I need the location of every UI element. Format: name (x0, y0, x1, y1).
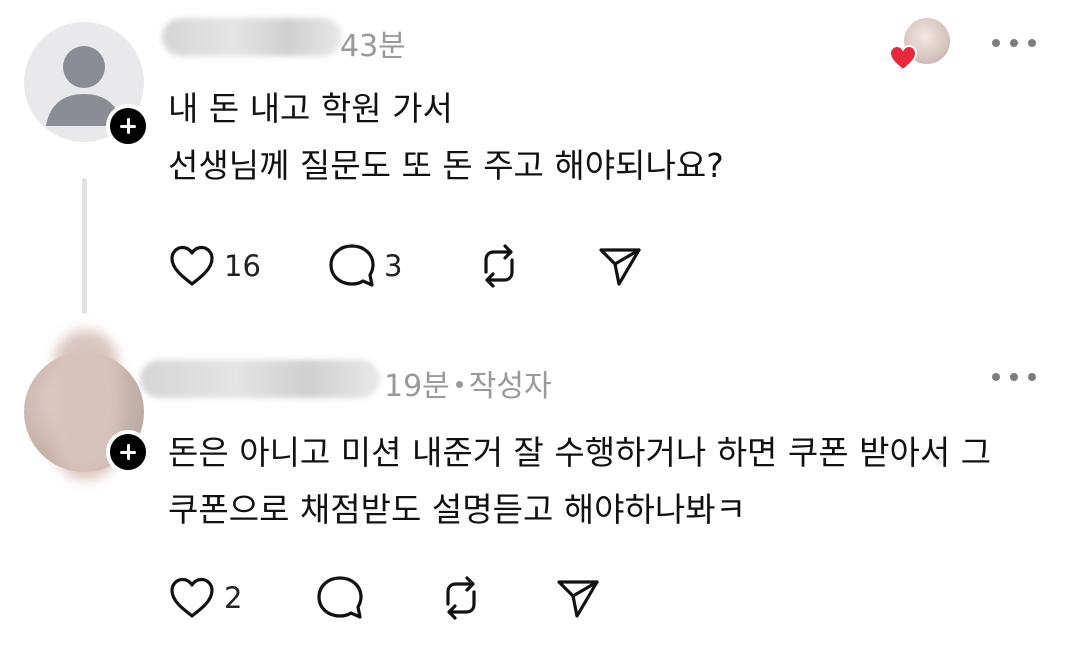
post-text-line: 선생님께 질문도 또 돈 주고 해야되나요? (168, 146, 724, 185)
repost-icon (484, 244, 514, 288)
post-body: 돈은 아니고 미션 내준거 잘 수행하거나 하면 쿠폰 받아서 그 쿠폰으로 채… (168, 428, 991, 542)
like-count: 16 (224, 249, 261, 283)
more-icon[interactable] (990, 370, 1038, 384)
more-icon[interactable] (990, 36, 1038, 50)
post-body: 내 돈 내고 학원 가서 선생님께 질문도 또 돈 주고 해야되나요? (168, 84, 724, 198)
like-button[interactable]: 2 (168, 574, 242, 622)
follow-button[interactable] (106, 104, 150, 148)
username-redacted[interactable] (140, 360, 380, 398)
reply-post: 19분 작성자 돈은 아니고 미션 내준거 잘 수행하거나 하면 쿠폰 받아서 그… (0, 330, 1080, 652)
reply-button[interactable] (316, 574, 364, 622)
thread-connector-line (82, 178, 87, 314)
post-time: 43분 (340, 29, 406, 64)
share-button[interactable] (554, 574, 602, 622)
post-time: 19분 (384, 369, 450, 404)
share-button[interactable] (596, 242, 644, 290)
repost-icon (446, 576, 476, 620)
post-text-line: 쿠폰으로 채점받도 설명듣고 해야하나봐ㅋ (168, 490, 746, 529)
username-redacted[interactable] (162, 18, 342, 56)
heart-icon (170, 245, 214, 286)
reply-post: 43분 내 돈 내고 학원 가서 선생님께 질문도 또 돈 주고 해야되나요? … (0, 0, 1080, 330)
send-icon (599, 248, 641, 286)
post-meta: 19분 작성자 (384, 361, 552, 405)
like-count: 2 (224, 581, 243, 615)
post-text-line: 돈은 아니고 미션 내준거 잘 수행하거나 하면 쿠폰 받아서 그 (168, 433, 992, 472)
post-meta: 43분 (340, 21, 406, 65)
heart-icon (888, 44, 918, 72)
thread-page: 43분 내 돈 내고 학원 가서 선생님께 질문도 또 돈 주고 해야되나요? … (0, 0, 1080, 652)
author-tag: 작성자 (468, 369, 552, 404)
comment-icon (317, 576, 363, 619)
repost-button[interactable] (436, 574, 486, 622)
action-bar: 2 (168, 574, 728, 622)
meta-separator (455, 381, 463, 388)
like-button[interactable]: 16 (168, 242, 261, 290)
action-bar: 16 3 (168, 242, 728, 290)
send-icon (557, 580, 599, 618)
follow-button[interactable] (106, 430, 150, 474)
comment-icon (329, 244, 375, 287)
post-text-line: 내 돈 내고 학원 가서 (168, 89, 453, 128)
repost-button[interactable] (474, 242, 524, 290)
heart-icon (170, 577, 214, 618)
reply-count: 3 (384, 249, 403, 283)
reply-button[interactable]: 3 (328, 242, 402, 290)
